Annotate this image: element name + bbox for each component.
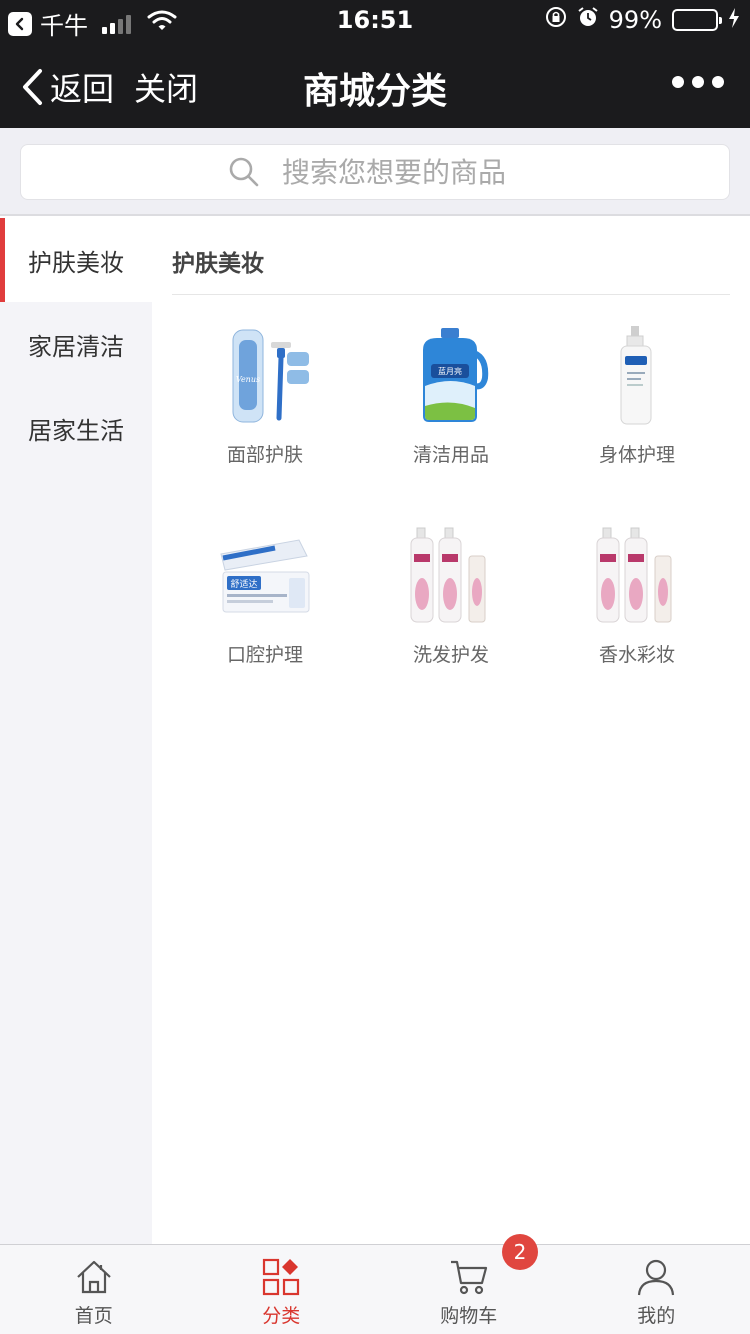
category-grid: Venus 面部护肤 蓝月亮 清洁用品 身体护理 舒适达 口腔护理 洗发护发 香… [172,326,730,726]
category-label: 身体护理 [598,444,675,466]
battery-icon [672,9,722,31]
status-bar: 千牛 16:51 99% [0,0,750,40]
section-divider [172,294,730,295]
svg-text:Venus: Venus [236,375,260,384]
category-item-oral-care[interactable]: 舒适达 口腔护理 [172,526,358,726]
tab-label: 分类 [262,1305,301,1327]
chevron-left-icon [23,69,42,105]
charging-icon [728,6,740,34]
category-content: 护肤美妆 Venus 面部护肤 蓝月亮 清洁用品 身体护理 舒适达 口腔护理 洗… [152,218,750,1244]
sidebar-item-skincare-makeup[interactable]: 护肤美妆 [0,218,152,302]
back-label: 返回 [50,70,115,108]
cart-icon [450,1260,487,1295]
tab-profile[interactable]: 我的 [563,1245,750,1334]
category-icon [263,1258,300,1296]
shampoo-bottles-image [410,527,486,623]
svg-text:蓝月亮: 蓝月亮 [438,366,462,376]
tab-home[interactable]: 首页 [0,1245,188,1334]
category-item-face-care[interactable]: Venus 面部护肤 [172,326,358,526]
category-item-perfume-makeup[interactable]: 香水彩妆 [544,526,730,726]
category-item-cleaning-supplies[interactable]: 蓝月亮 清洁用品 [358,326,544,526]
sidebar-item-label: 护肤美妆 [28,248,124,277]
category-label: 面部护肤 [226,444,303,466]
tab-category[interactable]: 分类 [188,1245,376,1334]
category-label: 洗发护发 [412,644,489,666]
sidebar-item-label: 居家生活 [28,416,124,445]
sidebar-item-home-cleaning[interactable]: 家居清洁 [0,302,152,386]
back-button[interactable]: 返回 [20,64,114,110]
close-button[interactable]: 关闭 [134,64,198,110]
tab-label: 首页 [74,1305,113,1327]
razor-product-image: Venus [232,329,309,423]
detergent-bottle-image: 蓝月亮 [423,328,489,422]
category-label: 香水彩妆 [598,644,675,666]
toothpaste-image: 舒适达 [220,539,310,613]
section-title: 护肤美妆 [172,251,264,277]
rotation-lock-icon [545,6,567,34]
shampoo-bottles-image [596,527,672,623]
category-item-body-care[interactable]: 身体护理 [544,326,730,526]
search-icon [229,157,259,187]
search-bar[interactable] [20,144,730,200]
battery-percent: 99% [608,6,662,34]
search-input[interactable] [282,155,522,189]
svg-text:舒适达: 舒适达 [230,578,257,590]
user-icon [638,1259,675,1296]
cart-count-badge: 2 [502,1234,538,1270]
sidebar-item-home-living[interactable]: 居家生活 [0,386,152,470]
home-icon [76,1260,111,1294]
tab-label: 我的 [637,1305,676,1327]
lotion-bottle-image [620,326,652,425]
search-area [0,128,750,216]
alarm-icon [577,6,599,34]
category-label: 口腔护理 [226,644,303,666]
tab-label: 购物车 [440,1305,498,1327]
more-options-icon[interactable] [672,76,724,88]
nav-bar: 返回 关闭 商城分类 [0,40,750,128]
bottom-tab-bar: 首页 分类 购物车 我的 [0,1244,750,1334]
category-label: 清洁用品 [412,444,489,466]
category-item-hair-care[interactable]: 洗发护发 [358,526,544,726]
category-sidebar: 护肤美妆 家居清洁 居家生活 [0,218,152,1244]
sidebar-item-label: 家居清洁 [28,332,124,361]
